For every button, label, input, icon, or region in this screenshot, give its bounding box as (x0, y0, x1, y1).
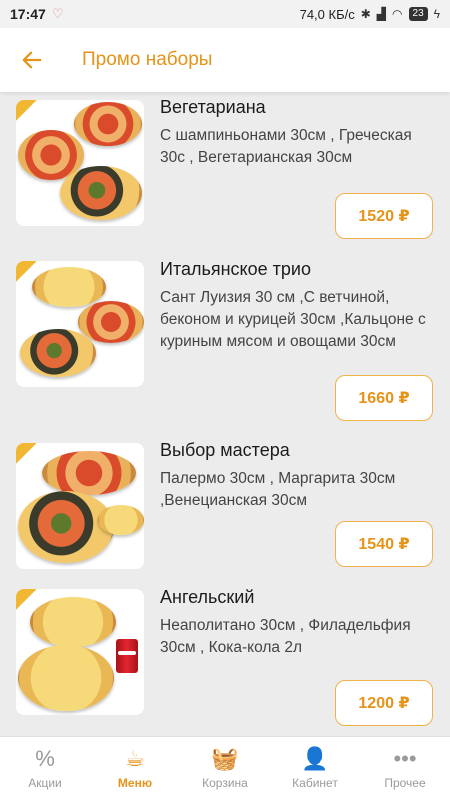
item-image[interactable] (16, 100, 144, 226)
promo-ribbon (16, 443, 41, 466)
promo-list[interactable]: Вегетариана С шампиньонами 30см , Гречес… (0, 92, 450, 736)
item-image[interactable] (16, 589, 144, 715)
network-speed: 74,0 КБ/с (299, 6, 355, 22)
status-bar: 17:47 ♡ 74,0 КБ/с ✱ ▟ ◠ 23 ϟ (0, 0, 450, 28)
pizza-graphic (42, 451, 136, 495)
menu-food-icon: ☕ (125, 745, 145, 771)
pizza-graphic (30, 597, 116, 647)
price-button[interactable]: 1540 ₽ (335, 521, 433, 567)
bluetooth-icon: ✱ (360, 7, 371, 21)
percent-icon: % (35, 745, 55, 771)
basket-icon: 🧺 (211, 745, 239, 771)
user-icon: 👤 (301, 745, 329, 771)
promo-ribbon (16, 100, 41, 123)
health-icon: ♡ (51, 6, 64, 21)
cola-bottle-graphic (116, 639, 138, 673)
page-title: Промо наборы (82, 49, 213, 70)
battery-icon: 23 (408, 7, 428, 21)
pizza-graphic (74, 102, 142, 146)
pizza-graphic (32, 267, 106, 307)
pizza-graphic (18, 491, 114, 563)
arrow-left-icon (22, 51, 42, 69)
app-header: Промо наборы (0, 28, 450, 92)
item-description: С шампиньонами 30см , Греческая 30с , Ве… (160, 127, 412, 166)
item-description: Палермо 30см , Маргарита 30см ,Венецианс… (160, 470, 396, 509)
pizza-graphic (98, 505, 144, 535)
item-name: Выбор мастера (160, 440, 290, 460)
price-button[interactable]: 1660 ₽ (335, 375, 433, 421)
nav-tab-more[interactable]: ••• Прочее (360, 737, 450, 800)
item-name: Ангельский (160, 587, 255, 607)
price-button[interactable]: 1200 ₽ (335, 680, 433, 726)
item-name: Итальянское трио (160, 259, 311, 279)
nav-tab-account[interactable]: 👤 Кабинет (270, 737, 360, 800)
nav-tab-menu[interactable]: ☕ Меню (90, 737, 180, 800)
nav-tab-promotions[interactable]: % Акции (0, 737, 90, 800)
nav-tab-label: Меню (117, 775, 153, 790)
wifi-icon: ◠ (392, 7, 403, 21)
item-name: Вегетариана (160, 97, 266, 117)
item-image[interactable] (16, 443, 144, 569)
pizza-graphic (20, 329, 96, 377)
pizza-graphic (60, 166, 142, 220)
status-time: 17:47 (10, 6, 46, 22)
item-image[interactable] (16, 261, 144, 387)
nav-tab-label: Акции (28, 775, 62, 790)
pizza-graphic (78, 301, 144, 343)
pizza-graphic (18, 645, 114, 711)
item-description: Неаполитано 30см , Филадельфия 30см , Ко… (160, 617, 411, 656)
price-button[interactable]: 1520 ₽ (335, 193, 433, 239)
item-description: Сант Луизия 30 см ,С ветчиной, беконом и… (160, 289, 426, 350)
back-button[interactable] (0, 28, 64, 92)
nav-tab-label: Прочее (384, 775, 426, 790)
nav-tab-cart[interactable]: 🧺 Корзина (180, 737, 270, 800)
nav-tab-label: Корзина (202, 775, 248, 790)
charging-icon: ϟ (433, 7, 440, 21)
signal-icon: ▟ (376, 7, 387, 21)
more-icon: ••• (393, 745, 417, 771)
status-indicators: 74,0 КБ/с ✱ ▟ ◠ 23 ϟ (300, 7, 440, 22)
nav-tab-label: Кабинет (292, 775, 338, 790)
bottom-nav: % Акции ☕ Меню 🧺 Корзина 👤 Кабинет ••• П… (0, 736, 450, 800)
